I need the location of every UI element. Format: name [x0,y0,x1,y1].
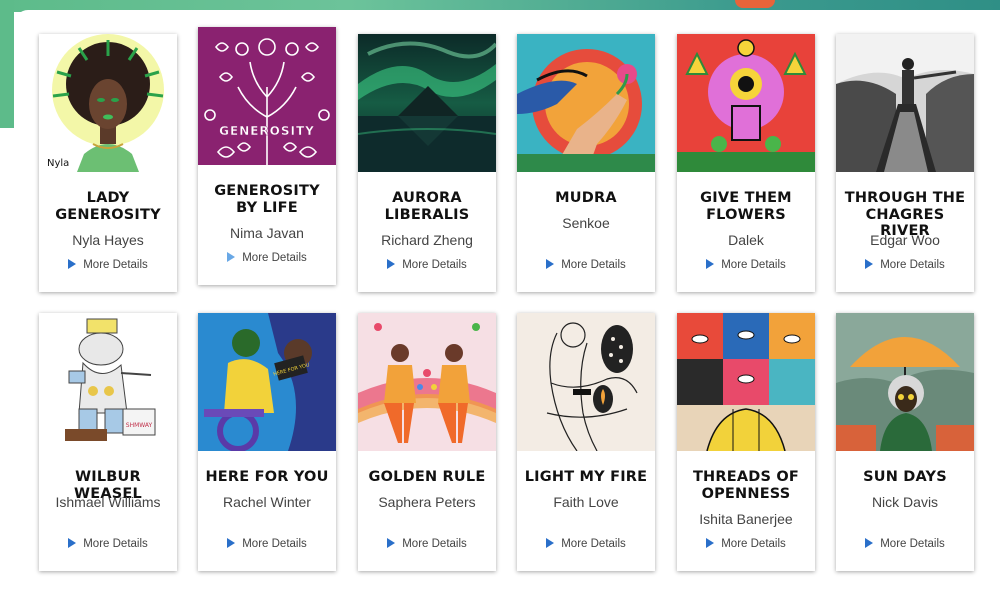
more-details-label: More Details [880,538,945,550]
artwork-image-through-the-chagres-river[interactable] [836,34,974,172]
artist-name: Nima Javan [230,225,304,241]
artwork-image-here-for-you[interactable]: HERE FOR YOU [198,313,336,451]
more-details-link[interactable]: More Details [677,259,815,271]
artwork-title: Threads of Openness [692,469,800,502]
artwork-image-light-my-fire[interactable] [517,313,655,451]
artwork-card-threads-of-openness[interactable]: Threads of Openness Ishita Banerjee More… [677,313,815,571]
artist-name: Senkoe [562,215,610,231]
play-arrow-icon [546,538,555,548]
more-details-label: More Details [721,259,786,271]
svg-text:Nyla: Nyla [47,158,69,169]
artist-name: Rachel Winter [223,494,311,510]
artwork-title: Aurora Liberalis [384,190,470,223]
artwork-image-give-them-flowers[interactable] [677,34,815,172]
more-details-link[interactable]: More Details [358,538,496,550]
artwork-sign-text: SHMWAY [126,422,153,429]
more-details-label: More Details [83,259,148,271]
artwork-title: Golden Rule [368,469,486,485]
more-details-link[interactable]: More Details [836,538,974,550]
artwork-image-aurora-liberalis[interactable] [358,34,496,172]
artwork-title: Lady Generosity [55,190,161,223]
play-arrow-icon [865,538,874,548]
artwork-card-through-the-chagres-river[interactable]: Through the Chagres River Edgar Woo More… [836,34,974,292]
artwork-image-golden-rule[interactable] [358,313,496,451]
artwork-image-threads-of-openness[interactable] [677,313,815,451]
artwork-card-wilbur-weasel[interactable]: SHMWAY Wilbur Weasel Ishmael Williams Mo… [39,313,177,571]
more-details-link[interactable]: More Details [677,538,815,550]
more-details-link[interactable]: More Details [198,538,336,550]
more-details-link[interactable]: More Details [517,259,655,271]
artwork-card-mudra[interactable]: Mudra Senkoe More Details [517,34,655,292]
play-arrow-icon [68,259,77,269]
artwork-image-wilbur-weasel[interactable]: SHMWAY [39,313,177,451]
more-details-link[interactable]: More Details [517,538,655,550]
artwork-card-aurora-liberalis[interactable]: Aurora Liberalis Richard Zheng More Deta… [358,34,496,292]
artwork-title: Sun Days [863,469,947,485]
artist-name: Faith Love [553,494,619,510]
artist-name: Edgar Woo [870,232,940,248]
more-details-label: More Details [402,259,467,271]
artwork-image-lady-generosity[interactable]: Nyla [39,34,177,172]
artwork-image-mudra[interactable] [517,34,655,172]
more-details-label: More Details [561,538,626,550]
play-arrow-icon [387,538,396,548]
more-details-label: More Details [83,538,148,550]
artist-name: Nick Davis [871,494,939,510]
artwork-card-light-my-fire[interactable]: Light My Fire Faith Love More Details [517,313,655,571]
play-arrow-icon [387,259,396,269]
more-details-link[interactable]: More Details [836,259,974,271]
more-details-link[interactable]: More Details [198,252,336,264]
more-details-label: More Details [561,259,626,271]
artwork-title: Light My Fire [524,469,648,485]
artist-name: Ishita Banerjee [699,511,793,527]
artwork-title: Generosity by Life [214,183,320,216]
more-details-link[interactable]: More Details [358,259,496,271]
artwork-title: Mudra [555,190,617,206]
artist-name: Ishmael Williams [55,494,161,510]
artwork-title: Here for You [205,469,329,485]
artwork-card-here-for-you[interactable]: HERE FOR YOU Here for You Rachel Winter … [198,313,336,571]
artist-name: Dalek [728,232,764,248]
play-arrow-icon [706,538,715,548]
play-arrow-icon [227,252,236,262]
play-arrow-icon [546,259,555,269]
more-details-link[interactable]: More Details [39,259,177,271]
sidebar-accent-band [0,0,14,128]
artwork-card-generosity-by-life[interactable]: GENEROSITY Generosity by Life Nima Javan… [198,27,336,285]
more-details-label: More Details [242,538,307,550]
artwork-image-sun-days[interactable] [836,313,974,451]
artwork-image-generosity-by-life[interactable]: GENEROSITY [198,27,336,165]
artwork-card-give-them-flowers[interactable]: Give Them Flowers Dalek More Details [677,34,815,292]
artwork-title: Give Them Flowers [700,190,792,223]
more-details-label: More Details [402,538,467,550]
more-details-label: More Details [721,538,786,550]
artwork-card-golden-rule[interactable]: Golden Rule Saphera Peters More Details [358,313,496,571]
orange-accent [735,0,775,8]
artist-name: Richard Zheng [381,232,473,248]
play-arrow-icon [706,259,715,269]
play-arrow-icon [68,538,77,548]
more-details-label: More Details [242,252,307,264]
play-arrow-icon [227,538,236,548]
artwork-inscription: GENEROSITY [219,124,315,138]
artwork-card-lady-generosity[interactable]: Nyla Lady Generosity Nyla Hayes More Det… [39,34,177,292]
play-arrow-icon [865,259,874,269]
artist-name: Nyla Hayes [72,232,144,248]
more-details-link[interactable]: More Details [39,538,177,550]
artist-name: Saphera Peters [378,494,476,510]
artwork-card-sun-days[interactable]: Sun Days Nick Davis More Details [836,313,974,571]
more-details-label: More Details [880,259,945,271]
